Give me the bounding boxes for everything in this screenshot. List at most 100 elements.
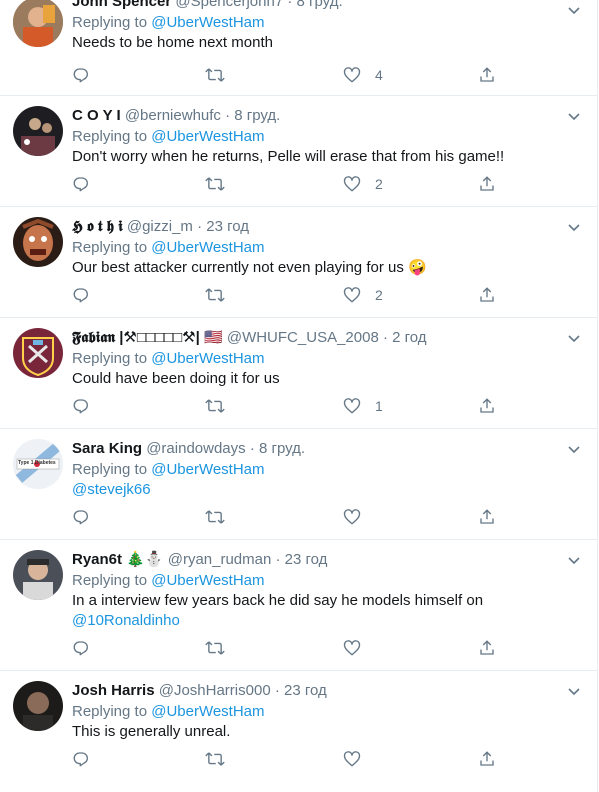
replying-to: Replying to @UberWestHam — [72, 703, 265, 720]
timestamp[interactable]: 2 год — [392, 329, 426, 346]
tweet[interactable]: Type 1 Diabetes Sara King @raindowdays ·… — [0, 429, 597, 540]
tweet[interactable]: 𝕱𝖆𝖇𝖎𝖆𝖓 |⚒□□□□□⚒| 🇺🇸 @WHUFC_USA_2008 · 2 … — [0, 318, 597, 429]
replying-to-link[interactable]: @UberWestHam — [151, 703, 264, 720]
share-button[interactable] — [478, 64, 496, 86]
reply-icon — [72, 508, 90, 526]
timestamp[interactable]: 8 груд. — [234, 107, 280, 124]
caret-down-icon[interactable] — [567, 685, 581, 699]
caret-down-icon[interactable] — [567, 332, 581, 346]
display-name[interactable]: John Spencer — [72, 0, 171, 10]
retweet-icon — [205, 508, 225, 526]
share-button[interactable] — [478, 395, 496, 417]
retweet-button[interactable] — [205, 173, 225, 195]
like-count: 2 — [375, 176, 383, 192]
like-icon — [343, 66, 361, 84]
tweet[interactable]: John Spencer @Spencerjohn7 · 8 груд. Rep… — [0, 0, 597, 96]
like-button[interactable]: 2 — [343, 284, 383, 306]
tweet-text: @stevejk66 — [72, 480, 557, 500]
timestamp[interactable]: 23 год — [206, 218, 249, 235]
timestamp[interactable]: 8 груд. — [297, 0, 343, 10]
avatar-text: Type 1 Diabetes — [18, 460, 56, 466]
timestamp[interactable]: 23 год — [284, 682, 327, 699]
user-handle[interactable]: @Spencerjohn7 — [175, 0, 283, 10]
mention-link[interactable]: @10Ronaldinho — [72, 611, 557, 631]
retweet-button[interactable] — [205, 64, 225, 86]
like-button[interactable] — [343, 506, 361, 528]
caret-down-icon[interactable] — [567, 221, 581, 235]
share-button[interactable] — [478, 284, 496, 306]
reply-button[interactable] — [72, 284, 90, 306]
reply-icon — [72, 286, 90, 304]
share-icon — [478, 750, 496, 768]
tweet-header: C O Y I @berniewhufc · 8 груд. — [72, 107, 281, 124]
replying-to-link[interactable]: @UberWestHam — [151, 239, 264, 256]
tweet[interactable]: 𝕳 𝖔 𝖙 𝖍 𝖎 @gizzi_m · 23 год Replying to … — [0, 207, 597, 318]
retweet-button[interactable] — [205, 506, 225, 528]
avatar[interactable]: Type 1 Diabetes — [13, 439, 63, 489]
timestamp[interactable]: 8 груд. — [259, 440, 305, 457]
like-button[interactable]: 2 — [343, 173, 383, 195]
replying-to-link[interactable]: @UberWestHam — [151, 14, 264, 31]
share-icon — [478, 66, 496, 84]
retweet-button[interactable] — [205, 748, 225, 770]
retweet-button[interactable] — [205, 637, 225, 659]
reply-icon — [72, 175, 90, 193]
reply-button[interactable] — [72, 173, 90, 195]
user-handle[interactable]: @JoshHarris000 — [159, 682, 271, 699]
reply-button[interactable] — [72, 64, 90, 86]
avatar[interactable] — [13, 106, 63, 156]
user-handle[interactable]: @WHUFC_USA_2008 — [227, 329, 379, 346]
display-name[interactable]: Josh Harris — [72, 682, 155, 699]
tweet[interactable]: Ryan6t 🎄⛄ @ryan_rudman · 23 год Replying… — [0, 540, 597, 671]
timestamp[interactable]: 23 год — [285, 551, 328, 568]
replying-to-link[interactable]: @UberWestHam — [151, 461, 264, 478]
avatar[interactable] — [13, 681, 63, 731]
like-button[interactable]: 4 — [343, 64, 383, 86]
display-name[interactable]: Ryan6t 🎄⛄ — [72, 551, 164, 568]
user-handle[interactable]: @ryan_rudman — [168, 551, 272, 568]
reply-button[interactable] — [72, 637, 90, 659]
replying-to: Replying to @UberWestHam — [72, 14, 265, 31]
user-handle[interactable]: @raindowdays — [146, 440, 245, 457]
tweet[interactable]: Josh Harris @JoshHarris000 · 23 год Repl… — [0, 671, 597, 791]
like-icon — [343, 175, 361, 193]
like-button[interactable] — [343, 637, 361, 659]
user-handle[interactable]: @gizzi_m — [127, 218, 193, 235]
caret-down-icon[interactable] — [567, 443, 581, 457]
like-button[interactable]: 1 — [343, 395, 383, 417]
user-handle[interactable]: @berniewhufc — [125, 107, 221, 124]
reply-button[interactable] — [72, 748, 90, 770]
retweet-button[interactable] — [205, 284, 225, 306]
reply-button[interactable] — [72, 395, 90, 417]
replying-to: Replying to @UberWestHam — [72, 128, 265, 145]
avatar[interactable] — [13, 550, 63, 600]
avatar[interactable] — [13, 217, 63, 267]
retweet-icon — [205, 175, 225, 193]
tweet-text: Needs to be home next month — [72, 34, 273, 51]
caret-down-icon[interactable] — [567, 110, 581, 124]
replying-to-link[interactable]: @UberWestHam — [151, 350, 264, 367]
tweet-actions: 2 — [72, 284, 532, 306]
avatar[interactable] — [13, 0, 63, 47]
tweet-header: Sara King @raindowdays · 8 груд. — [72, 440, 306, 457]
caret-down-icon[interactable] — [567, 4, 581, 18]
share-button[interactable] — [478, 748, 496, 770]
replying-to-link[interactable]: @UberWestHam — [151, 128, 264, 145]
display-name[interactable]: 𝕳 𝖔 𝖙 𝖍 𝖎 — [72, 218, 123, 235]
retweet-button[interactable] — [205, 395, 225, 417]
tweet[interactable]: C O Y I @berniewhufc · 8 груд. Replying … — [0, 96, 597, 207]
share-button[interactable] — [478, 173, 496, 195]
display-name[interactable]: Sara King — [72, 440, 142, 457]
share-button[interactable] — [478, 637, 496, 659]
display-name[interactable]: C O Y I — [72, 107, 121, 124]
caret-down-icon[interactable] — [567, 554, 581, 568]
replying-to-link[interactable]: @UberWestHam — [151, 572, 264, 589]
like-button[interactable] — [343, 748, 361, 770]
share-button[interactable] — [478, 506, 496, 528]
mention-link[interactable]: @stevejk66 — [72, 481, 151, 498]
display-name[interactable]: 𝕱𝖆𝖇𝖎𝖆𝖓 |⚒□□□□□⚒| 🇺🇸 — [72, 329, 223, 346]
avatar[interactable] — [13, 328, 63, 378]
reply-button[interactable] — [72, 506, 90, 528]
zany-face-emoji: 🤪 — [408, 259, 427, 276]
replying-to: Replying to @UberWestHam — [72, 461, 265, 478]
